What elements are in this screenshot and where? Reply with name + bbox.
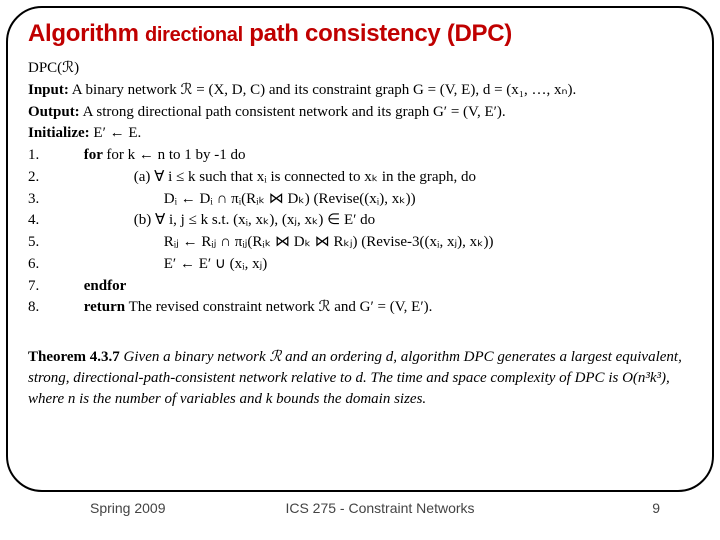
return-label: return — [84, 299, 125, 315]
algo-input-row: Input: A binary network ℛ = (X, D, C) an… — [28, 80, 692, 102]
title-word-2: directional — [145, 24, 243, 46]
input-text: A binary network ℛ = (X, D, C) and its c… — [72, 82, 576, 98]
line-num: 7. — [28, 276, 50, 298]
algorithm-block: DPC(ℛ) Input: A binary network ℛ = (X, D… — [28, 58, 692, 319]
line-body: endfor — [54, 278, 127, 294]
slide-frame: Algorithm directional path consistency (… — [6, 6, 714, 492]
algo-output-row: Output: A strong directional path consis… — [28, 102, 692, 124]
title-word-1: Algorithm — [28, 20, 145, 47]
algo-init-row: Initialize: E′ ← E. — [28, 123, 692, 145]
algo-line-1: 1. for for k ← n to 1 by -1 do — [28, 145, 692, 167]
algo-line-6: 6. E′ ← E′ ∪ (xᵢ, xⱼ) — [28, 254, 692, 276]
init-label: Initialize: — [28, 125, 90, 141]
output-label: Output: — [28, 104, 80, 120]
line-num: 2. — [28, 167, 50, 189]
title-word-3: path consistency (DPC) — [243, 20, 512, 47]
footer-center-text: ICS 275 - Constraint Networks — [285, 500, 474, 516]
algo-line-5: 5. Rᵢⱼ ← Rᵢⱼ ∩ πᵢⱼ(Rᵢₖ ⋈ Dₖ ⋈ Rₖⱼ) (Revi… — [28, 232, 692, 254]
input-label: Input: — [28, 82, 69, 98]
algo-line-2: 2. (a) ∀ i ≤ k such that xᵢ is connected… — [28, 167, 692, 189]
output-text: A strong directional path consistent net… — [83, 104, 506, 120]
algo-line-3: 3. Dᵢ ← Dᵢ ∩ πᵢ(Rᵢₖ ⋈ Dₖ) (Revise((xᵢ), … — [28, 189, 692, 211]
line-body: E′ ← E′ ∪ (xᵢ, xⱼ) — [54, 256, 267, 272]
line-num: 4. — [28, 210, 50, 232]
footer-center: ICS 275 - Constraint Networks — [0, 500, 720, 516]
line-num: 8. — [28, 297, 50, 319]
footer-page-number: 9 — [652, 500, 660, 516]
slide-title: Algorithm directional path consistency (… — [28, 20, 692, 48]
return-text: The revised constraint network ℛ and G′ … — [125, 299, 432, 315]
line-body: for for k ← n to 1 by -1 do — [54, 147, 246, 163]
slide-footer: Spring 2009 ICS 275 - Constraint Network… — [0, 500, 720, 528]
line-body: Rᵢⱼ ← Rᵢⱼ ∩ πᵢⱼ(Rᵢₖ ⋈ Dₖ ⋈ Rₖⱼ) (Revise-… — [54, 234, 494, 250]
line-num: 6. — [28, 254, 50, 276]
algo-name: DPC(ℛ) — [28, 58, 692, 80]
algo-line-8: 8. return The revised constraint network… — [28, 297, 692, 319]
init-text: E′ ← E. — [93, 125, 141, 141]
theorem-label: Theorem 4.3.7 — [28, 349, 120, 365]
algo-line-4: 4. (b) ∀ i, j ≤ k s.t. (xᵢ, xₖ), (xⱼ, xₖ… — [28, 210, 692, 232]
line-body: (b) ∀ i, j ≤ k s.t. (xᵢ, xₖ), (xⱼ, xₖ) ∈… — [54, 212, 375, 228]
algo-line-7: 7. endfor — [28, 276, 692, 298]
line-body: (a) ∀ i ≤ k such that xᵢ is connected to… — [54, 169, 476, 185]
line-num: 5. — [28, 232, 50, 254]
line-num: 1. — [28, 145, 50, 167]
line-body: Dᵢ ← Dᵢ ∩ πᵢ(Rᵢₖ ⋈ Dₖ) (Revise((xᵢ), xₖ)… — [54, 191, 416, 207]
theorem-block: Theorem 4.3.7 Given a binary network ℛ a… — [28, 347, 692, 410]
line-1-text: for k ← n to 1 by -1 do — [106, 147, 245, 163]
line-body: return The revised constraint network ℛ … — [54, 299, 433, 315]
theorem-text: Given a binary network ℛ and an ordering… — [28, 349, 682, 407]
line-num: 3. — [28, 189, 50, 211]
